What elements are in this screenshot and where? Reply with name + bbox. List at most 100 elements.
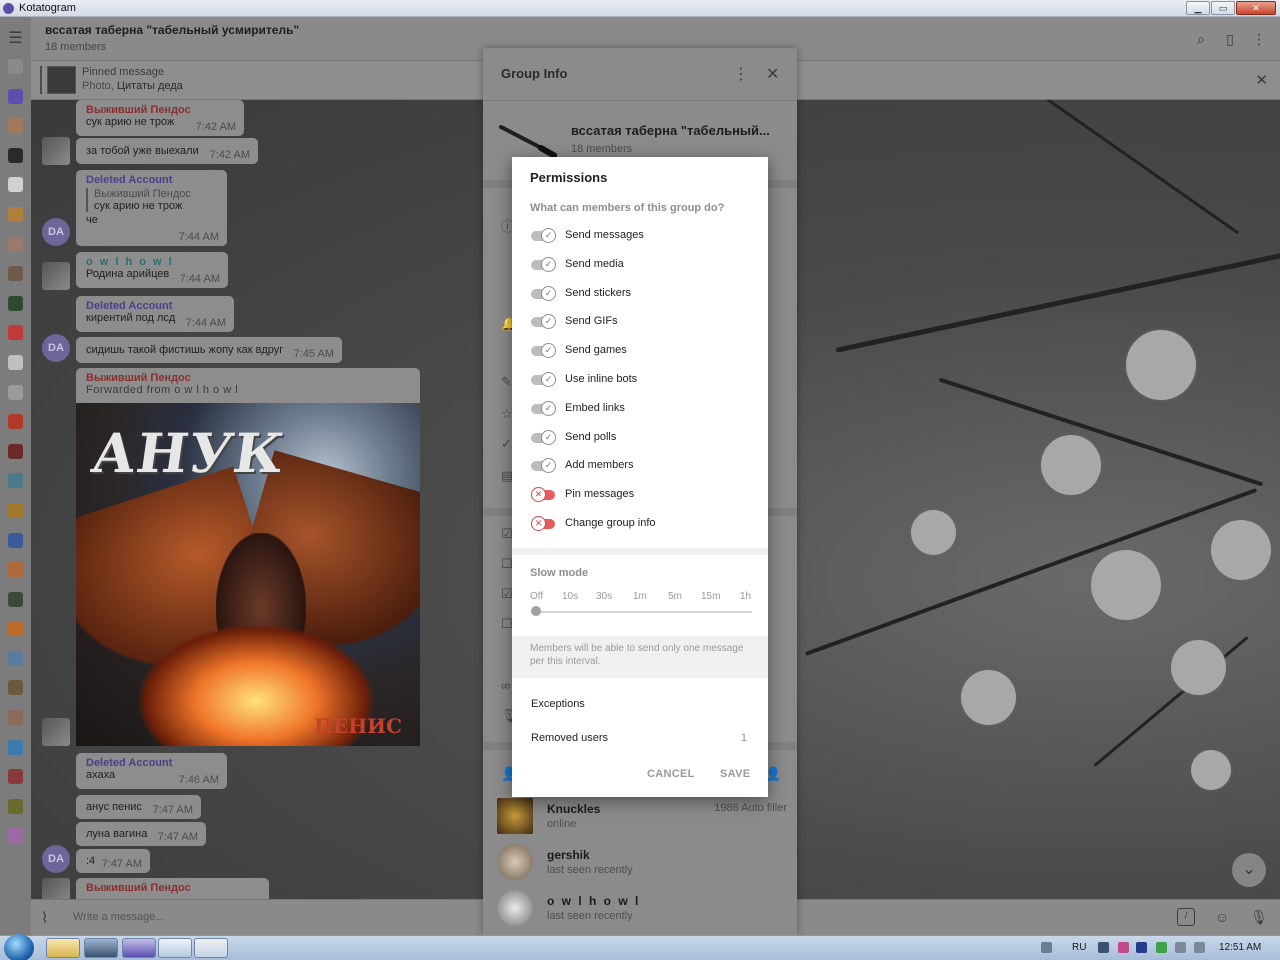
member-avatar[interactable] <box>497 844 533 880</box>
kotatogram-taskbar-icon[interactable] <box>122 938 156 958</box>
tray-app-icon[interactable] <box>1136 942 1147 953</box>
user-avatar[interactable]: DA <box>42 218 70 246</box>
message-bubble[interactable]: Выживший Пендос сук арию не трож 7:42 AM <box>76 100 244 136</box>
message-bubble[interactable]: Выживший Пендос <box>76 878 269 899</box>
chat-list-item[interactable] <box>8 147 23 163</box>
microphone-icon[interactable]: 🎙 <box>1250 908 1268 926</box>
permission-row[interactable]: ✓ Embed links <box>531 400 761 419</box>
app-taskbar-icon[interactable] <box>158 938 192 958</box>
scroll-down-button[interactable]: ⌄ <box>1232 853 1266 887</box>
album-cover-photo[interactable]: АНУК ПЕНИС <box>76 403 420 746</box>
permission-row[interactable]: ✓ Send polls <box>531 429 761 448</box>
chat-list-item[interactable] <box>8 266 23 282</box>
slow-tick[interactable]: 5m <box>668 591 682 602</box>
message-bubble[interactable]: за тобой уже выехали 7:42 AM <box>76 138 258 164</box>
sender-name[interactable]: Deleted Account <box>86 300 224 312</box>
member-avatar[interactable] <box>497 890 533 926</box>
chat-list-item[interactable] <box>8 502 23 518</box>
permission-row[interactable]: ✓ Send messages <box>531 228 761 246</box>
exceptions-button[interactable]: Exceptions <box>531 698 585 710</box>
window-taskbar-icon[interactable] <box>194 938 228 958</box>
permission-toggle[interactable]: ✕ <box>531 487 555 503</box>
chat-title[interactable]: вссатая таберна "табельный усмиритель" <box>45 23 299 37</box>
permission-toggle[interactable]: ✓ <box>531 228 556 243</box>
slow-tick[interactable]: 15m <box>701 591 720 602</box>
permission-toggle[interactable]: ✓ <box>531 458 556 474</box>
permission-toggle[interactable]: ✓ <box>531 285 556 301</box>
start-button[interactable] <box>4 934 34 960</box>
member-row[interactable]: Knuckles online 1986 Auto filler <box>497 798 787 838</box>
message-bubble[interactable]: анус пенис 7:47 AM <box>76 795 201 819</box>
chat-list-item[interactable] <box>8 710 23 726</box>
chat-list-item[interactable] <box>8 739 23 755</box>
chat-list-item[interactable] <box>8 177 23 193</box>
steam-taskbar-icon[interactable] <box>84 938 118 958</box>
forwarded-from[interactable]: Forwarded from o w l h o w l <box>86 384 410 396</box>
user-avatar[interactable] <box>42 878 70 899</box>
slow-tick[interactable]: 1m <box>633 591 647 602</box>
close-icon[interactable]: ✕ <box>766 64 779 84</box>
tray-check-icon[interactable] <box>1156 942 1167 953</box>
permission-toggle[interactable]: ✓ <box>531 429 556 445</box>
chat-list-item[interactable] <box>8 591 23 607</box>
chat-list-item[interactable] <box>8 325 23 341</box>
permission-row[interactable]: ✕ Pin messages <box>531 487 761 505</box>
message-bubble[interactable]: o w l h o w l Родина арийцев 7:44 AM <box>76 252 228 288</box>
member-row[interactable]: o w l h o w l last seen recently <box>497 890 787 930</box>
chat-list-item[interactable] <box>8 532 23 548</box>
sender-name[interactable]: Выживший Пендос <box>86 104 234 116</box>
permission-row[interactable]: ✕ Change group info <box>531 516 761 534</box>
slow-tick[interactable]: Off <box>530 591 543 602</box>
slow-tick[interactable]: 30s <box>596 591 612 602</box>
search-icon[interactable]: ⌕ <box>1193 31 1209 47</box>
attach-icon[interactable]: ⌇ <box>41 909 48 927</box>
permission-toggle[interactable]: ✓ <box>531 314 556 330</box>
sender-name[interactable]: Выживший Пендос <box>86 372 410 384</box>
chat-list-item[interactable] <box>8 59 23 74</box>
tray-app-icon[interactable] <box>1118 942 1129 953</box>
message-bubble[interactable]: Deleted Account кирентий под лсд 7:44 AM <box>76 296 234 332</box>
user-avatar[interactable] <box>42 137 70 165</box>
chat-list-item[interactable] <box>8 562 23 578</box>
chat-list-item[interactable] <box>8 206 23 222</box>
steam-tray-icon[interactable] <box>1098 942 1109 953</box>
save-button[interactable]: SAVE <box>720 768 750 780</box>
chat-list-item[interactable] <box>8 769 23 785</box>
permission-row[interactable]: ✓ Use inline bots <box>531 372 761 390</box>
permission-toggle[interactable]: ✕ <box>531 516 555 531</box>
chat-list-item[interactable] <box>8 414 23 430</box>
sender-name[interactable]: Deleted Account <box>86 757 217 769</box>
chat-list-item[interactable] <box>8 621 23 637</box>
maximize-button[interactable]: ▭ <box>1211 1 1235 15</box>
cancel-button[interactable]: CANCEL <box>647 768 695 780</box>
member-row[interactable]: gershik last seen recently <box>497 844 787 884</box>
explorer-taskbar-icon[interactable] <box>46 938 80 958</box>
more-options-icon[interactable]: ⋮ <box>733 64 749 84</box>
user-avatar[interactable] <box>42 262 70 290</box>
chat-list-item[interactable] <box>8 680 23 696</box>
user-avatar[interactable] <box>42 718 70 746</box>
permission-row[interactable]: ✓ Send games <box>531 343 761 361</box>
permission-row[interactable]: ✓ Send stickers <box>531 285 761 304</box>
permission-row[interactable]: ✓ Add members <box>531 458 761 476</box>
permission-toggle[interactable]: ✓ <box>531 400 556 416</box>
chat-list-item[interactable] <box>8 118 23 134</box>
chat-list-item[interactable] <box>8 798 23 814</box>
action-center-icon[interactable] <box>1041 942 1052 953</box>
removed-users-button[interactable]: Removed users <box>531 732 608 744</box>
permission-row[interactable]: ✓ Send GIFs <box>531 314 761 332</box>
message-input[interactable]: Write a message... <box>73 911 165 923</box>
reply-quote[interactable]: Выживший Пендос сук арию не трож <box>86 188 217 212</box>
chat-list-item[interactable] <box>8 473 23 489</box>
sender-name[interactable]: Deleted Account <box>86 174 217 186</box>
chat-list-item[interactable] <box>8 828 23 844</box>
message-bubble[interactable]: Deleted Account ахаха 7:46 AM <box>76 753 227 789</box>
permission-toggle[interactable]: ✓ <box>531 372 556 387</box>
clock[interactable]: 12:51 AM <box>1219 942 1261 953</box>
chat-list-item[interactable] <box>8 650 23 666</box>
slow-tick[interactable]: 1h <box>740 591 751 602</box>
user-avatar[interactable]: DA <box>42 334 70 362</box>
emoji-icon[interactable]: ☺ <box>1213 908 1231 926</box>
member-avatar[interactable] <box>497 798 533 834</box>
permission-toggle[interactable]: ✓ <box>531 343 556 359</box>
